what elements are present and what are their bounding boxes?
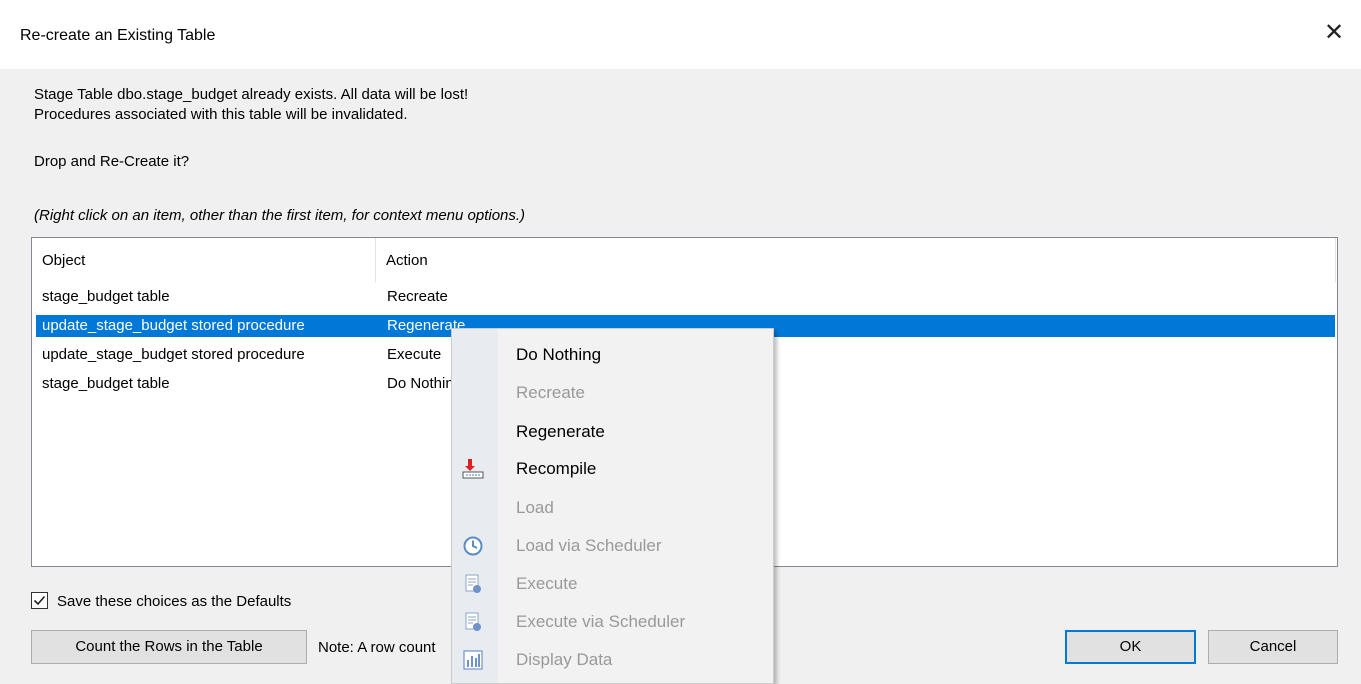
context-menu-hint: (Right click on an item, other than the … bbox=[34, 207, 526, 224]
menu-item-do-nothing[interactable]: Do Nothing bbox=[452, 337, 773, 373]
recreate-table-dialog: Re-create an Existing Table ✕ Stage Tabl… bbox=[0, 0, 1361, 684]
cancel-button[interactable]: Cancel bbox=[1208, 630, 1338, 664]
column-divider[interactable] bbox=[1335, 238, 1336, 282]
ok-button[interactable]: OK bbox=[1065, 630, 1196, 664]
message-line-2: Procedures associated with this table wi… bbox=[34, 106, 408, 123]
save-defaults-checkbox[interactable] bbox=[31, 592, 48, 609]
menu-item-label: Display Data bbox=[516, 650, 613, 669]
menu-item-load-via-scheduler: Load via Scheduler bbox=[452, 528, 773, 564]
execute-icon bbox=[462, 573, 484, 595]
menu-item-load: Load bbox=[452, 490, 773, 526]
checkmark-icon bbox=[33, 595, 46, 606]
menu-item-regenerate[interactable]: Regenerate bbox=[452, 414, 773, 450]
menu-item-display-data: Display Data bbox=[452, 642, 773, 678]
column-header-object[interactable]: Object bbox=[42, 252, 85, 269]
bar-chart-icon bbox=[462, 649, 484, 671]
list-row[interactable]: stage_budget table Recreate bbox=[36, 286, 1335, 308]
count-rows-button[interactable]: Count the Rows in the Table bbox=[31, 630, 307, 664]
recompile-icon bbox=[462, 458, 484, 480]
menu-item-label: Regenerate bbox=[516, 422, 605, 441]
question-text: Drop and Re-Create it? bbox=[34, 153, 190, 170]
menu-item-execute-via-scheduler: Execute via Scheduler bbox=[452, 604, 773, 640]
dialog-title: Re-create an Existing Table bbox=[20, 27, 216, 44]
menu-item-label: Load bbox=[516, 498, 554, 517]
column-header-action[interactable]: Action bbox=[386, 252, 428, 269]
row-action: Recreate bbox=[387, 288, 448, 305]
menu-item-label: Execute via Scheduler bbox=[516, 612, 686, 631]
menu-item-label: Load via Scheduler bbox=[516, 536, 662, 555]
column-divider[interactable] bbox=[375, 238, 376, 282]
execute-icon bbox=[462, 611, 484, 633]
save-defaults-label[interactable]: Save these choices as the Defaults bbox=[57, 593, 291, 610]
row-object: update_stage_budget stored procedure bbox=[42, 317, 305, 334]
row-object: stage_budget table bbox=[42, 375, 170, 392]
clock-icon bbox=[462, 535, 484, 557]
context-menu: Do Nothing Recreate Regenerate Recompile… bbox=[451, 328, 774, 684]
close-icon[interactable]: ✕ bbox=[1321, 20, 1347, 46]
row-action: Execute bbox=[387, 346, 442, 363]
title-bar: Re-create an Existing Table ✕ bbox=[0, 0, 1361, 69]
menu-item-label: Execute bbox=[516, 574, 578, 593]
menu-item-label: Recompile bbox=[516, 459, 597, 478]
menu-item-label: Recreate bbox=[516, 383, 585, 402]
list-header: Object Action bbox=[32, 238, 1337, 284]
row-object: stage_budget table bbox=[42, 288, 170, 305]
menu-item-execute: Execute bbox=[452, 566, 773, 602]
message-line-1: Stage Table dbo.stage_budget already exi… bbox=[34, 86, 469, 103]
row-object: update_stage_budget stored procedure bbox=[42, 346, 305, 363]
menu-item-label: Do Nothing bbox=[516, 345, 602, 364]
menu-item-recompile[interactable]: Recompile bbox=[452, 451, 773, 487]
menu-item-recreate: Recreate bbox=[452, 375, 773, 411]
row-count-note: Note: A row count bbox=[318, 639, 436, 656]
